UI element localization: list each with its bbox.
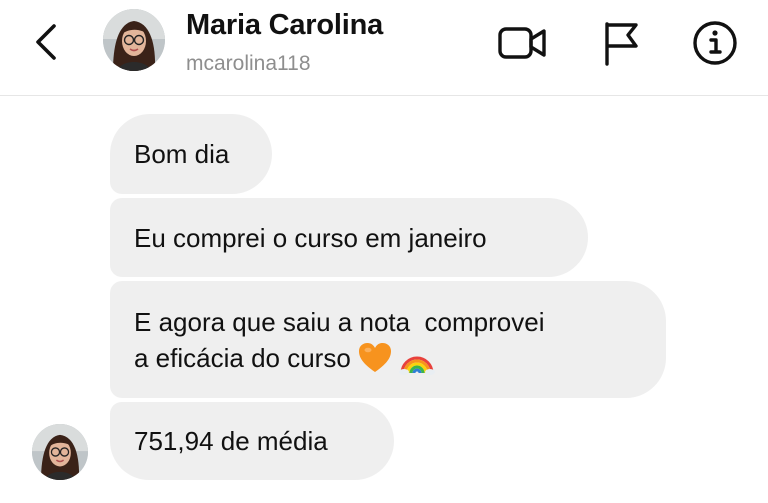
message-text-line: a eficácia do curso [134, 342, 351, 373]
back-button[interactable] [28, 20, 68, 64]
contact-username: mcarolina118 [186, 52, 311, 75]
message-text-line: E agora que saiu a nota comprovei [134, 306, 545, 337]
info-icon [693, 21, 737, 65]
avatar-photo [103, 9, 165, 71]
chevron-left-icon [36, 24, 56, 60]
info-button[interactable] [689, 17, 741, 69]
message-bubble[interactable]: E agora que saiu a nota comprovei a efic… [110, 281, 666, 398]
flag-icon [605, 22, 638, 66]
message-bubble[interactable]: 751,94 de média [110, 402, 394, 480]
message-text: Eu comprei o curso em janeiro [134, 222, 487, 253]
contact-avatar[interactable] [103, 9, 165, 71]
orange-heart-icon [358, 342, 391, 372]
report-button[interactable] [594, 17, 646, 69]
video-call-button[interactable] [497, 17, 549, 69]
video-camera-icon [498, 27, 546, 59]
contact-name: Maria Carolina [186, 9, 384, 41]
avatar-photo [32, 424, 88, 480]
message-text: 751,94 de média [134, 426, 328, 456]
sender-avatar[interactable] [32, 424, 88, 480]
message-bubble[interactable]: Bom dia [110, 114, 272, 194]
message-bubble[interactable]: Eu comprei o curso em janeiro [110, 198, 588, 277]
message-text: Bom dia [134, 139, 230, 169]
chat-header: Maria Carolina mcarolina118 [0, 0, 768, 96]
rainbow-icon [398, 356, 435, 375]
